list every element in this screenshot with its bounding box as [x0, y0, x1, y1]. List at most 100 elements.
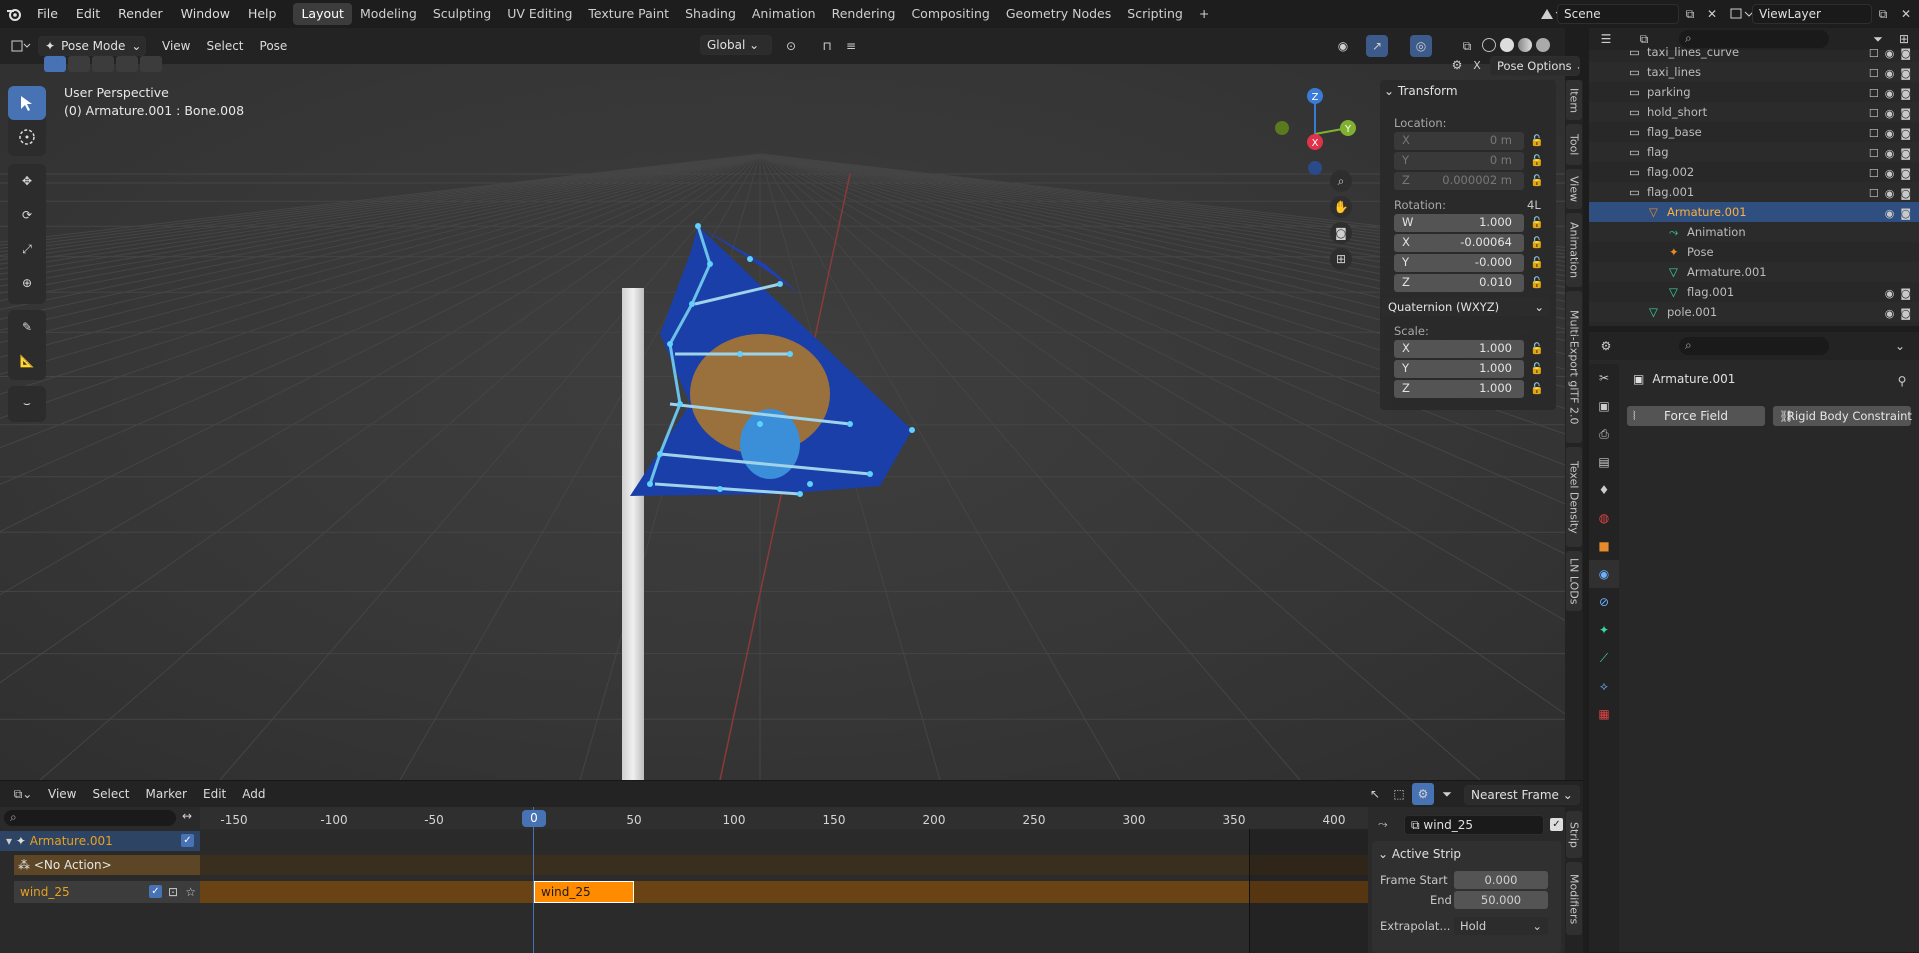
annotate-tool-icon[interactable]: ✎: [8, 310, 46, 344]
strip-action-checkbox[interactable]: ✓: [1550, 818, 1563, 831]
chevron-down-icon[interactable]: ⌄: [1889, 335, 1911, 357]
sidebar-tab-view[interactable]: View: [1566, 168, 1582, 210]
rotation-w-field[interactable]: W 1.000: [1394, 214, 1524, 232]
tab-modeling[interactable]: Modeling: [352, 3, 425, 25]
channel-checkbox[interactable]: ✓: [181, 834, 194, 847]
eye-icon[interactable]: ◉: [1885, 204, 1895, 224]
pivot-icon[interactable]: ⊙: [780, 35, 802, 57]
frame-ruler[interactable]: -150 -100 -50 0 50 100 150 200 250 300 350 400: [200, 807, 1368, 829]
outliner-row[interactable]: ⤳ Animation: [1589, 222, 1919, 242]
transform-panel-header[interactable]: ⌄ Transform: [1384, 84, 1458, 98]
outliner-row[interactable]: ▭ flag ☐ ◉ ◙: [1589, 142, 1919, 162]
lock-icon[interactable]: 🔓: [1530, 362, 1544, 376]
camera-render-icon[interactable]: ◙: [1900, 124, 1911, 144]
physics-properties-icon[interactable]: ◉: [1589, 560, 1619, 588]
eye-icon[interactable]: ◉: [1885, 124, 1895, 144]
add-workspace-button[interactable]: +: [1191, 3, 1217, 25]
new-scene-icon[interactable]: ⧉: [1679, 3, 1701, 25]
rotation-y-field[interactable]: Y -0.000: [1394, 254, 1524, 272]
tool-properties-icon[interactable]: ✂: [1589, 364, 1619, 392]
exclude-checkbox-icon[interactable]: ☐: [1869, 44, 1879, 64]
track-checkbox[interactable]: ✓: [149, 885, 162, 898]
lock-icon[interactable]: 🔓: [1530, 174, 1544, 188]
eye-icon[interactable]: ◉: [1885, 284, 1895, 304]
rotation-x-field[interactable]: X -0.00064: [1394, 234, 1524, 252]
active-strip-header[interactable]: ⌄ Active Strip: [1378, 847, 1461, 861]
nla-menu-edit[interactable]: Edit: [195, 783, 234, 805]
rendered-shading-icon[interactable]: [1536, 38, 1550, 52]
strip-tab-modifiers[interactable]: Modifiers: [1566, 862, 1582, 936]
lock-icon[interactable]: 🔓: [1530, 276, 1544, 290]
strip-action-field[interactable]: ⧉ wind_25: [1404, 815, 1544, 835]
camera-render-icon[interactable]: ◙: [1900, 204, 1911, 224]
properties-editor-type-icon[interactable]: ⚙: [1595, 335, 1617, 357]
scale-tool-icon[interactable]: ⤢: [8, 232, 46, 266]
pose-options-dropdown[interactable]: Pose Options ⌄: [1490, 56, 1580, 76]
camera-render-icon[interactable]: ◙: [1900, 44, 1911, 64]
exclude-checkbox-icon[interactable]: ☐: [1869, 144, 1879, 164]
outliner-row[interactable]: ▽ Armature.001: [1589, 262, 1919, 282]
select-mode-intersect-icon[interactable]: [140, 56, 162, 72]
tab-layout[interactable]: Layout: [293, 3, 352, 25]
lock-icon[interactable]: 🔓: [1530, 342, 1544, 356]
tab-geometry-nodes[interactable]: Geometry Nodes: [998, 3, 1119, 25]
eye-icon[interactable]: ◉: [1885, 184, 1895, 204]
outliner-row[interactable]: ▭ flag.001 ☐ ◉ ◙: [1589, 182, 1919, 202]
bone-constraint-icon[interactable]: ⟡: [1589, 672, 1619, 700]
rigid-body-constraint-button[interactable]: ⛓ Rigid Body Constraint: [1773, 406, 1912, 426]
eye-icon[interactable]: ◉: [1885, 64, 1895, 84]
nla-menu-marker[interactable]: Marker: [138, 783, 195, 805]
select-box-tool-icon[interactable]: [8, 86, 46, 120]
rotation-mode-badge[interactable]: 4L: [1527, 198, 1541, 212]
outliner-row[interactable]: ▭ flag.002 ☐ ◉ ◙: [1589, 162, 1919, 182]
sidebar-tab-item[interactable]: Item: [1566, 80, 1582, 121]
exclude-checkbox-icon[interactable]: ☐: [1869, 104, 1879, 124]
frame-start-field[interactable]: 0.000: [1454, 871, 1548, 889]
location-x-field[interactable]: X 0 m: [1394, 132, 1524, 150]
delete-scene-icon[interactable]: ✕: [1701, 3, 1723, 25]
gizmo-toggle-icon[interactable]: ↗: [1366, 35, 1388, 57]
transform-tool-icon[interactable]: ⊕: [8, 266, 46, 300]
delete-view-layer-icon[interactable]: ✕: [1895, 3, 1917, 25]
eye-icon[interactable]: ◉: [1885, 44, 1895, 64]
nla-editor-type-icon[interactable]: ⧉⌄: [6, 783, 40, 805]
tab-compositing[interactable]: Compositing: [903, 3, 997, 25]
scene-name-field[interactable]: Scene: [1557, 4, 1679, 24]
nla-menu-view[interactable]: View: [40, 783, 84, 805]
armature-data-icon[interactable]: ✦: [1589, 616, 1619, 644]
overlay-toggle-icon[interactable]: ◎: [1410, 35, 1432, 57]
rotation-mode-dropdown[interactable]: Quaternion (WXYZ) ⌄: [1382, 298, 1550, 316]
pin-icon[interactable]: ⚲: [1891, 370, 1913, 392]
camera-render-icon[interactable]: ◙: [1900, 284, 1911, 304]
select-mode-invert-icon[interactable]: [116, 56, 138, 72]
camera-render-icon[interactable]: ◙: [1900, 184, 1911, 204]
tab-uv-editing[interactable]: UV Editing: [499, 3, 580, 25]
sidebar-tab-tool[interactable]: Tool: [1566, 124, 1582, 165]
camera-render-icon[interactable]: ◙: [1900, 104, 1911, 124]
location-y-field[interactable]: Y 0 m: [1394, 152, 1524, 170]
navigation-gizmo[interactable]: Z Y X: [1270, 84, 1370, 194]
mode-selector[interactable]: ✦ Pose Mode ⌄: [38, 36, 146, 56]
menu-window[interactable]: Window: [172, 0, 239, 28]
cursor-tool-icon[interactable]: [8, 120, 46, 154]
tab-texture-paint[interactable]: Texture Paint: [580, 3, 677, 25]
camera-icon[interactable]: ◙: [1330, 222, 1352, 244]
eye-icon[interactable]: ◉: [1885, 164, 1895, 184]
zoom-icon[interactable]: ⌕: [1330, 170, 1352, 192]
extrapolation-dropdown[interactable]: Hold ⌄: [1454, 917, 1548, 935]
swap-icon[interactable]: ↔: [176, 805, 198, 827]
menu-file[interactable]: File: [28, 0, 67, 28]
editor-type-icon[interactable]: [4, 35, 38, 57]
flag-mesh[interactable]: [550, 154, 930, 514]
camera-render-icon[interactable]: ◙: [1900, 144, 1911, 164]
exclude-checkbox-icon[interactable]: ☐: [1869, 84, 1879, 104]
output-properties-icon[interactable]: ⎙: [1589, 420, 1619, 448]
menu-edit[interactable]: Edit: [67, 0, 109, 28]
lock-icon[interactable]: 🔓: [1530, 154, 1544, 168]
lock-icon[interactable]: 🔓: [1530, 134, 1544, 148]
properties-search-input[interactable]: ⌕: [1679, 337, 1829, 355]
camera-render-icon[interactable]: ◙: [1900, 64, 1911, 84]
camera-render-icon[interactable]: ◙: [1900, 304, 1911, 324]
object-properties-icon[interactable]: ■: [1589, 532, 1619, 560]
wireframe-shading-icon[interactable]: [1482, 38, 1496, 52]
